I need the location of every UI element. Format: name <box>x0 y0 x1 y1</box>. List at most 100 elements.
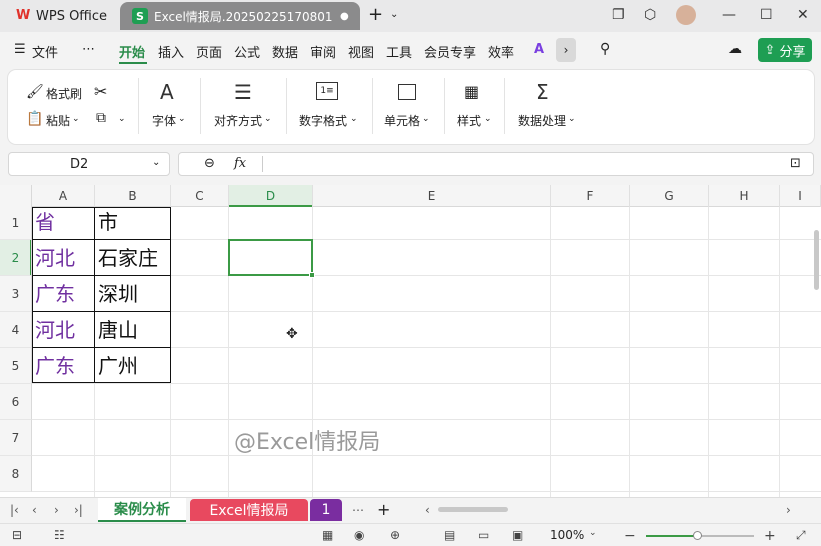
column-header-e[interactable]: E <box>313 185 551 207</box>
column-header-c[interactable]: C <box>171 185 229 207</box>
fullscreen-icon[interactable]: ⤢ <box>796 528 806 543</box>
freeze-icon[interactable]: ⊕ <box>390 528 400 542</box>
zoom-dropdown-icon[interactable]: ⌄ <box>589 528 597 538</box>
sheet-list-icon[interactable]: ☷ <box>54 528 65 542</box>
column-header-f[interactable]: F <box>551 185 630 207</box>
sum-icon[interactable]: Σ <box>536 80 549 104</box>
name-box[interactable] <box>8 152 170 176</box>
menu-efficiency[interactable]: 效率 <box>488 42 514 61</box>
align-icon[interactable]: ☰ <box>234 80 252 104</box>
cell-a2[interactable]: 河北 <box>35 246 75 270</box>
menu-tools[interactable]: 工具 <box>386 42 412 61</box>
menu-review[interactable]: 审阅 <box>310 42 336 61</box>
cell-b3[interactable]: 深圳 <box>98 282 138 306</box>
font-dropdown-icon[interactable]: ⌄ <box>178 114 186 124</box>
cube-icon[interactable]: ⬡ <box>644 7 656 23</box>
wps-home-tab[interactable]: W WPS Office <box>6 2 114 30</box>
search-icon[interactable]: ⚲ <box>600 41 610 57</box>
cell-b5[interactable]: 广州 <box>98 354 138 378</box>
menu-view[interactable]: 视图 <box>348 42 374 61</box>
ai-icon[interactable]: A <box>534 42 544 57</box>
menu-formula[interactable]: 公式 <box>234 42 260 61</box>
sheet-tab-excel-bureau[interactable]: Excel情报局 <box>190 499 308 521</box>
cell-icon[interactable] <box>398 84 416 100</box>
row-header-7[interactable]: 7 <box>0 420 32 456</box>
cell-a3[interactable]: 广东 <box>35 282 75 306</box>
row-header-5[interactable]: 5 <box>0 348 32 384</box>
cell-dropdown-icon[interactable]: ⌄ <box>422 114 430 124</box>
style-group-label[interactable]: 样式 <box>457 112 481 129</box>
align-group-label[interactable]: 对齐方式 <box>214 112 262 129</box>
menu-scroll-right-button[interactable]: › <box>556 38 576 62</box>
column-header-d[interactable]: D <box>229 185 313 207</box>
column-header-g[interactable]: G <box>630 185 709 207</box>
sheet-tab-case-analysis[interactable]: 案例分析 <box>98 498 186 522</box>
paste-dropdown-icon[interactable]: ⌄ <box>72 114 80 124</box>
cell-a4[interactable]: 河北 <box>35 318 75 342</box>
zoom-in-icon[interactable]: + <box>764 528 776 544</box>
data-process-label[interactable]: 数据处理 <box>518 112 566 129</box>
number-format-label[interactable]: 数字格式 <box>299 112 347 129</box>
new-tab-plus-icon[interactable]: + <box>368 6 383 24</box>
row-header-1[interactable]: 1 <box>0 207 32 240</box>
fx-icon[interactable]: fx <box>234 156 246 171</box>
table-view-icon[interactable]: ▦ <box>322 528 333 542</box>
row-header-2[interactable]: 2 <box>0 240 32 276</box>
menu-home[interactable]: 开始 <box>119 42 145 61</box>
cut-icon[interactable]: ✂ <box>94 82 107 101</box>
document-tab[interactable]: S Excel情报局.20250225170801 ● <box>120 2 360 30</box>
number-format-dropdown-icon[interactable]: ⌄ <box>350 114 358 124</box>
hamburger-menu-icon[interactable]: ☰ <box>14 42 26 57</box>
horizontal-scrollbar-thumb[interactable] <box>438 507 508 512</box>
menu-member[interactable]: 会员专享 <box>424 42 476 61</box>
row-header-6[interactable]: 6 <box>0 384 32 420</box>
cell-a1[interactable]: 省 <box>35 210 55 234</box>
paste-label[interactable]: 粘贴 <box>46 112 70 129</box>
active-cell-d2[interactable] <box>228 239 313 276</box>
avatar[interactable] <box>676 5 696 25</box>
normal-view-icon[interactable]: ▤ <box>444 528 455 542</box>
eye-protection-icon[interactable]: ◉ <box>354 528 364 542</box>
page-layout-icon[interactable]: ▭ <box>478 528 489 542</box>
number-format-icon[interactable]: 1≡ <box>316 82 338 100</box>
window-restore-icon[interactable]: ❐ <box>612 7 625 23</box>
more-sheets-icon[interactable]: ⋯ <box>352 503 364 517</box>
maximize-icon[interactable]: ☐ <box>760 7 773 23</box>
hscroll-left-icon[interactable]: ‹ <box>425 503 430 517</box>
copy-dropdown-icon[interactable]: ⌄ <box>118 114 126 124</box>
cell-b1[interactable]: 市 <box>98 210 118 234</box>
column-header-h[interactable]: H <box>709 185 780 207</box>
macro-icon[interactable]: ⊟ <box>12 528 22 542</box>
hscroll-right-icon[interactable]: › <box>786 503 791 517</box>
add-sheet-icon[interactable]: + <box>377 500 390 519</box>
column-header-a[interactable]: A <box>32 185 95 207</box>
align-dropdown-icon[interactable]: ⌄ <box>264 114 272 124</box>
select-all-corner[interactable] <box>0 185 32 207</box>
zoom-level[interactable]: 100% <box>550 528 584 542</box>
format-painter-icon[interactable]: 🖌 <box>26 84 44 100</box>
style-brush-icon[interactable]: ▦ <box>464 82 479 101</box>
cell-group-label[interactable]: 单元格 <box>384 112 420 129</box>
column-header-b[interactable]: B <box>95 185 171 207</box>
data-process-dropdown-icon[interactable]: ⌄ <box>568 114 576 124</box>
last-sheet-icon[interactable]: ›| <box>74 503 83 517</box>
fill-handle[interactable] <box>309 272 315 278</box>
first-sheet-icon[interactable]: |‹ <box>10 503 19 517</box>
menu-page[interactable]: 页面 <box>196 42 222 61</box>
row-header-8[interactable]: 8 <box>0 456 32 492</box>
sheet-tab-1[interactable]: 1 <box>310 499 342 521</box>
next-sheet-icon[interactable]: › <box>54 503 59 517</box>
row-header-4[interactable]: 4 <box>0 312 32 348</box>
close-icon[interactable]: ✕ <box>797 7 809 23</box>
copy-icon[interactable]: ⧉ <box>96 110 106 126</box>
prev-sheet-icon[interactable]: ‹ <box>32 503 37 517</box>
zoom-formula-icon[interactable]: ⊖ <box>204 156 215 171</box>
format-painter-label[interactable]: 格式刷 <box>46 85 82 102</box>
menu-file[interactable]: 文件 <box>32 42 58 61</box>
row-header-3[interactable]: 3 <box>0 276 32 312</box>
cell-b2[interactable]: 石家庄 <box>98 246 158 270</box>
column-header-i[interactable]: I <box>780 185 821 207</box>
unsaved-dot-icon[interactable]: ● <box>340 11 349 22</box>
zoom-slider-handle[interactable] <box>693 531 702 540</box>
zoom-out-icon[interactable]: − <box>624 528 636 544</box>
